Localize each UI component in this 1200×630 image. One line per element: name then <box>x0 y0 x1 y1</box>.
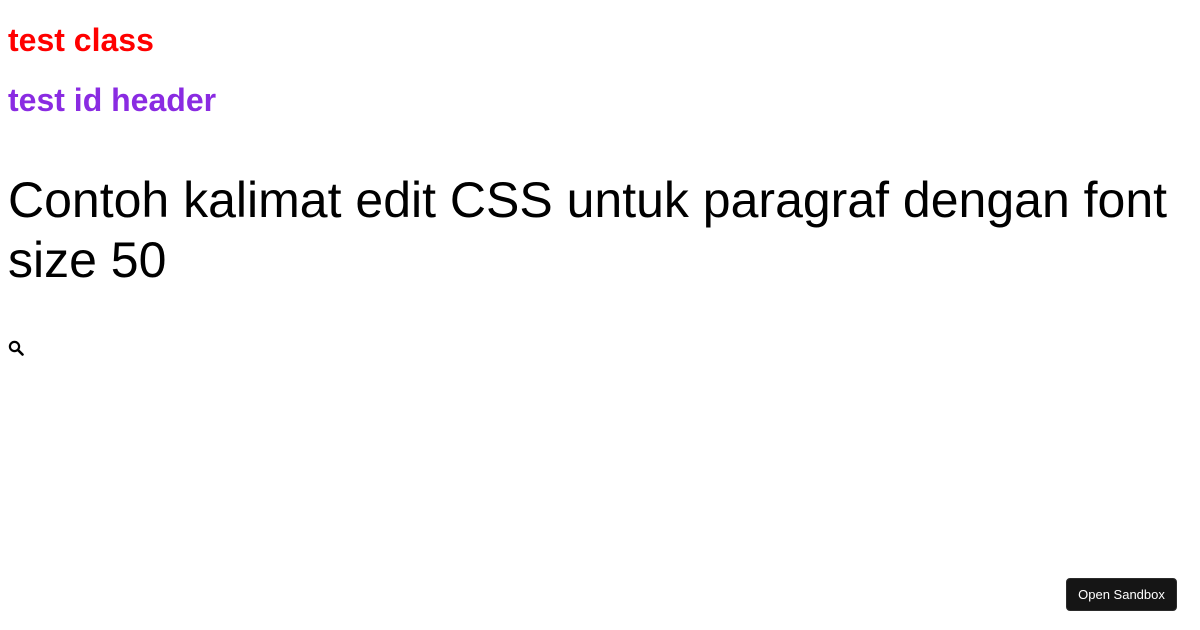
paragraph-text: Contoh kalimat edit CSS untuk paragraf d… <box>8 172 1168 288</box>
search-icon[interactable] <box>8 340 24 356</box>
page: test class test id header Contoh kalimat… <box>0 0 1200 630</box>
open-sandbox-button[interactable]: Open Sandbox <box>1066 578 1177 611</box>
test-class-heading: test class <box>8 22 154 58</box>
test-id-heading: test id header <box>8 82 217 118</box>
